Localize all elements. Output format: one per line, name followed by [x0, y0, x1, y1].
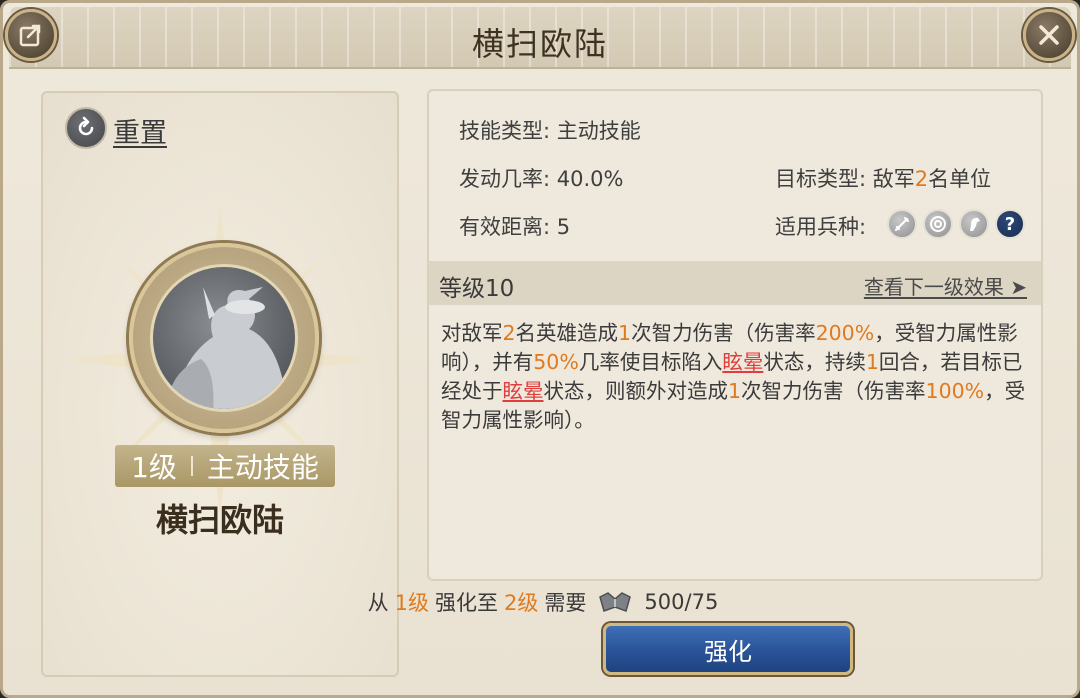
- skill-book-icon: [599, 592, 632, 612]
- trigger-rate-row: 发动几率: 40.0%: [459, 163, 623, 193]
- target-type-row: 目标类型: 敌军2名单位: [775, 163, 991, 193]
- trigger-rate-label: 发动几率:: [459, 167, 551, 191]
- upgrade-cost: 从 1级 强化至 2级 需要 500/75: [3, 587, 1080, 617]
- skill-level-tag: 1级 主动技能: [115, 445, 335, 487]
- skill-name: 横扫欧陆: [155, 501, 284, 539]
- cost-from-level: 1级: [394, 591, 430, 615]
- skill-description: 对敌军2名英雄造成1次智力伤害（伤害率200%，受智力属性影响），并有50%几率…: [441, 321, 1026, 432]
- trigger-rate-value: 40.0%: [556, 167, 624, 191]
- horse-icon[interactable]: [959, 209, 989, 239]
- target-type-post: 名单位: [928, 167, 992, 191]
- target-count: 2: [914, 167, 929, 191]
- help-glyph: ?: [1004, 213, 1016, 235]
- level-bar: 等级10 查看下一级效果 ➤: [429, 261, 1041, 305]
- sword-icon[interactable]: [887, 209, 917, 239]
- upgrade-button[interactable]: 强化: [603, 623, 853, 675]
- range-value: 5: [556, 215, 571, 239]
- skill-type-label: 技能类型:: [459, 119, 551, 143]
- level-title: 等级10: [439, 276, 515, 302]
- tag-separator: [190, 456, 193, 476]
- skill-dialog: 横扫欧陆 重置 1级 主动技能 横扫欧陆 技能类型: 主动技能 发动几率: 40…: [0, 0, 1080, 698]
- skill-details-panel: 技能类型: 主动技能 发动几率: 40.0% 有效距离: 5 目标类型: 敌军2…: [427, 89, 1043, 581]
- skill-type-value: 主动技能: [556, 119, 641, 143]
- share-icon: [19, 24, 41, 47]
- dialog-title: 横扫欧陆: [471, 25, 608, 63]
- troop-type-icons: ?: [887, 209, 1025, 239]
- close-button[interactable]: [1023, 9, 1075, 61]
- target-type-pre: 敌军: [872, 167, 915, 191]
- cost-from: 从: [367, 591, 389, 615]
- range-label: 有效距离:: [459, 215, 551, 239]
- close-icon: [1039, 25, 1059, 45]
- share-button[interactable]: [5, 9, 57, 61]
- target-icon[interactable]: [923, 209, 953, 239]
- cost-amount: 500/75: [644, 590, 719, 614]
- cost-upgrade-to: 强化至: [435, 591, 499, 615]
- help-icon[interactable]: ?: [995, 209, 1025, 239]
- skill-type-row: 技能类型: 主动技能: [459, 115, 641, 145]
- troop-type-row: 适用兵种:: [775, 211, 866, 241]
- range-row: 有效距离: 5: [459, 211, 570, 241]
- title-bar: 横扫欧陆: [9, 7, 1071, 69]
- troop-type-label: 适用兵种:: [775, 215, 867, 239]
- cost-to-level: 2级: [504, 591, 539, 615]
- next-level-link[interactable]: 查看下一级效果 ➤: [864, 271, 1027, 300]
- reset-button[interactable]: 重置: [113, 111, 167, 150]
- target-type-label: 目标类型:: [775, 167, 867, 191]
- skill-portrait-image: [150, 264, 298, 412]
- skill-medallion: [129, 243, 319, 433]
- cost-need: 需要: [544, 591, 587, 615]
- skill-level-text: 1级: [131, 451, 177, 484]
- stun-keyword[interactable]: 眩晕: [722, 350, 763, 374]
- skill-type-tag: 主动技能: [206, 451, 319, 484]
- reset-icon[interactable]: [65, 107, 107, 149]
- stun-keyword[interactable]: 眩晕: [503, 379, 544, 403]
